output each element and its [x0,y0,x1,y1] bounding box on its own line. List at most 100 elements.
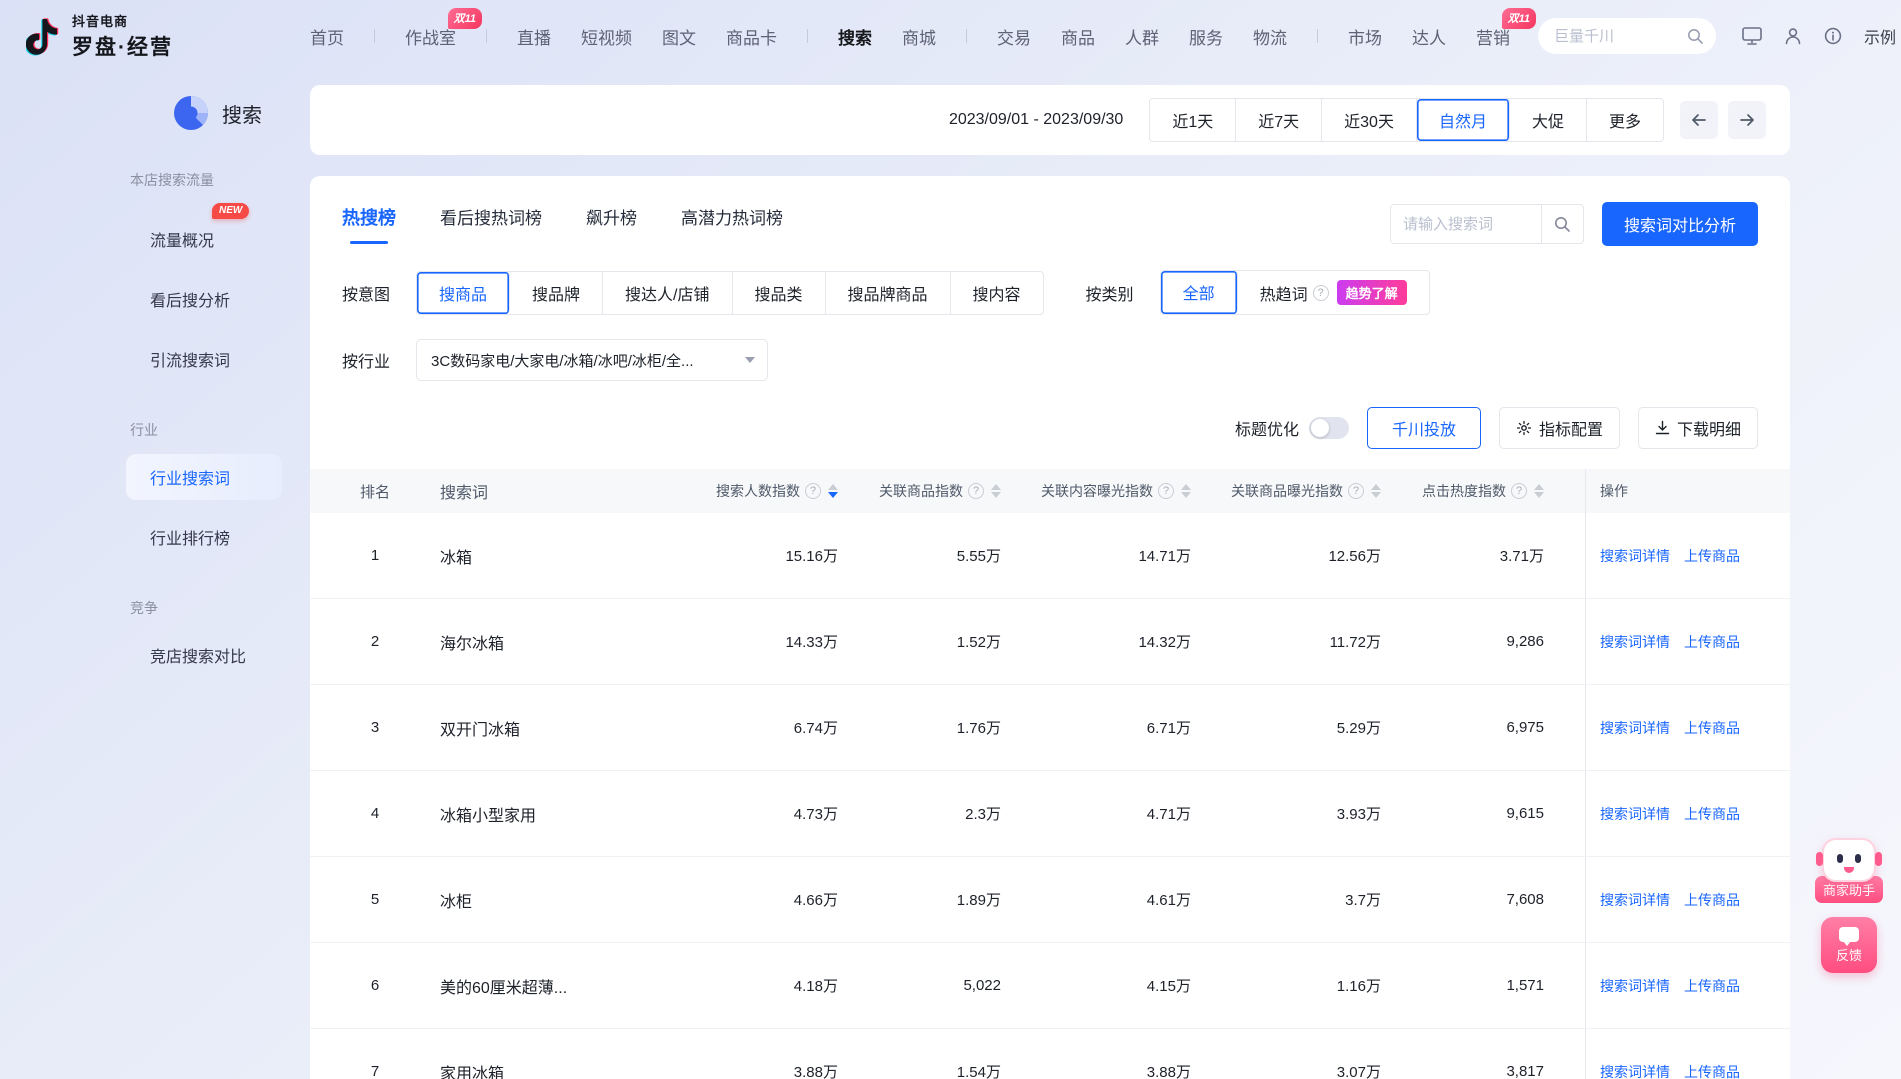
keyword-detail-link[interactable]: 搜索词详情 [1600,804,1670,824]
nav-item-service[interactable]: 服务 [1189,24,1223,49]
merchant-assistant-widget[interactable]: 商家助手 [1815,838,1883,903]
question-icon[interactable] [1511,483,1527,499]
nav-item-logistics[interactable]: 物流 [1253,24,1287,49]
prev-period-button[interactable] [1680,101,1718,139]
sidebar-item-traffic-overview[interactable]: 流量概况 NEW [126,216,282,262]
sort-control[interactable] [1371,484,1381,498]
value-cell: 6.71万 [1001,717,1191,738]
title-optimize-toggle[interactable] [1309,417,1349,439]
upload-product-link[interactable]: 上传商品 [1684,546,1740,566]
intent-option-brand-product[interactable]: 搜品牌商品 [826,272,951,314]
tab-hot-search[interactable]: 热搜榜 [342,204,396,244]
question-icon[interactable] [1313,285,1329,301]
chat-bubble-icon [1839,927,1859,942]
table-row: 4 冰箱小型家用 4.73万 2.3万 4.71万 3.93万 9,615 搜索… [310,771,1790,857]
qianchuan-search-input[interactable] [1554,28,1687,45]
nav-item-market[interactable]: 市场 [1348,24,1382,49]
keyword-detail-link[interactable]: 搜索词详情 [1600,976,1670,996]
intent-option-brand[interactable]: 搜品牌 [510,272,603,314]
industry-select[interactable]: 3C数码家电/大家电/冰箱/冰吧/冰柜/全... [416,339,768,381]
nav-item-shortvideo[interactable]: 短视频 [581,24,632,49]
keyword-detail-link[interactable]: 搜索词详情 [1600,718,1670,738]
metric-config-button[interactable]: 指标配置 [1499,407,1620,449]
tab-high-potential[interactable]: 高潜力热词榜 [681,204,783,244]
keyword-detail-link[interactable]: 搜索词详情 [1600,890,1670,910]
intent-option-content[interactable]: 搜内容 [951,272,1043,314]
nav-item-marketing[interactable]: 营销双11 [1476,24,1510,49]
nav-item-live[interactable]: 直播 [517,24,551,49]
keyword-detail-link[interactable]: 搜索词详情 [1600,632,1670,652]
feedback-button[interactable]: 反馈 [1821,917,1877,973]
date-option-promo[interactable]: 大促 [1510,99,1587,141]
upload-product-link[interactable]: 上传商品 [1684,890,1740,910]
keyword-search-button[interactable] [1541,205,1583,243]
intent-option-product[interactable]: 搜商品 [417,272,510,314]
hot-search-panel: 热搜榜 看后搜热词榜 飙升榜 高潜力热词榜 搜索词对比分析 [310,176,1790,1079]
sort-control[interactable] [1534,484,1544,498]
nav-item-imagetext[interactable]: 图文 [662,24,696,49]
monitor-icon[interactable] [1742,27,1762,45]
date-option-more[interactable]: 更多 [1587,99,1663,141]
download-detail-button[interactable]: 下载明细 [1638,407,1758,449]
keyword-detail-link[interactable]: 搜索词详情 [1600,546,1670,566]
question-icon[interactable] [1158,483,1174,499]
value-cell: 6.74万 [680,717,838,738]
date-option-30day[interactable]: 近30天 [1322,99,1417,141]
question-icon[interactable] [1348,483,1364,499]
brand-logo[interactable]: 抖音电商 罗盘·经营 [26,11,310,61]
sidebar-item-post-view-search[interactable]: 看后搜分析 [126,276,282,322]
user-icon[interactable] [1784,27,1802,45]
category-option-all[interactable]: 全部 [1161,271,1238,314]
sidebar-item-traffic-keywords[interactable]: 引流搜索词 [126,336,282,382]
table-row: 6 美的60厘米超薄... 4.18万 5,022 4.15万 1.16万 1,… [310,943,1790,1029]
double11-badge: 双11 [448,8,482,29]
nav-item-audience[interactable]: 人群 [1125,24,1159,49]
tab-soaring[interactable]: 飙升榜 [586,204,637,244]
nav-item-trade[interactable]: 交易 [997,24,1031,49]
keyword-search-input[interactable] [1391,205,1541,243]
sidebar-item-competitor-compare[interactable]: 竞店搜索对比 [126,632,282,678]
value-cell: 11.72万 [1191,631,1381,652]
nav-item-warroom[interactable]: 作战室双11 [405,24,456,49]
next-period-button[interactable] [1728,101,1766,139]
upload-product-link[interactable]: 上传商品 [1684,1062,1740,1079]
sort-control[interactable] [828,484,838,498]
intent-option-category[interactable]: 搜品类 [733,272,826,314]
col-header-content-exposure-index: 关联内容曝光指数 [1001,481,1191,501]
nav-item-mall[interactable]: 商城 [902,24,936,49]
trend-info-badge[interactable]: 趋势了解 [1337,280,1407,305]
sort-control[interactable] [1181,484,1191,498]
help-icon[interactable] [1824,27,1842,45]
keyword-detail-link[interactable]: 搜索词详情 [1600,1062,1670,1079]
date-option-natural-month[interactable]: 自然月 [1417,99,1510,141]
upload-product-link[interactable]: 上传商品 [1684,632,1740,652]
nav-item-home[interactable]: 首页 [310,24,344,49]
industry-filter-label: 按行业 [342,348,390,372]
upload-product-link[interactable]: 上传商品 [1684,804,1740,824]
upload-product-link[interactable]: 上传商品 [1684,718,1740,738]
intent-option-influencer-shop[interactable]: 搜达人/店铺 [603,272,732,314]
nav-item-search[interactable]: 搜索 [838,24,872,49]
date-option-7day[interactable]: 近7天 [1236,99,1322,141]
keyword-search-box[interactable] [1390,204,1584,244]
search-icon[interactable] [1687,28,1704,45]
category-option-trend-words[interactable]: 热趋词 趋势了解 [1238,271,1429,314]
nav-item-influencer[interactable]: 达人 [1412,24,1446,49]
value-cell: 4.15万 [1001,975,1191,996]
profile-menu[interactable]: 示例 [1864,24,1901,48]
search-module-icon [172,94,210,132]
question-icon[interactable] [968,483,984,499]
qianchuan-search-box[interactable] [1538,18,1716,54]
tab-post-view-hot-words[interactable]: 看后搜热词榜 [440,204,542,244]
value-cell: 5.29万 [1191,717,1381,738]
nav-item-product[interactable]: 商品 [1061,24,1095,49]
keyword-compare-button[interactable]: 搜索词对比分析 [1602,202,1758,246]
sort-control[interactable] [991,484,1001,498]
question-icon[interactable] [805,483,821,499]
date-option-1day[interactable]: 近1天 [1150,99,1236,141]
sidebar-item-industry-keywords[interactable]: 行业搜索词 [126,454,282,500]
sidebar-item-industry-ranking[interactable]: 行业排行榜 [126,514,282,560]
qianchuan-launch-button[interactable]: 千川投放 [1367,407,1481,449]
nav-item-productcard[interactable]: 商品卡 [726,24,777,49]
upload-product-link[interactable]: 上传商品 [1684,976,1740,996]
